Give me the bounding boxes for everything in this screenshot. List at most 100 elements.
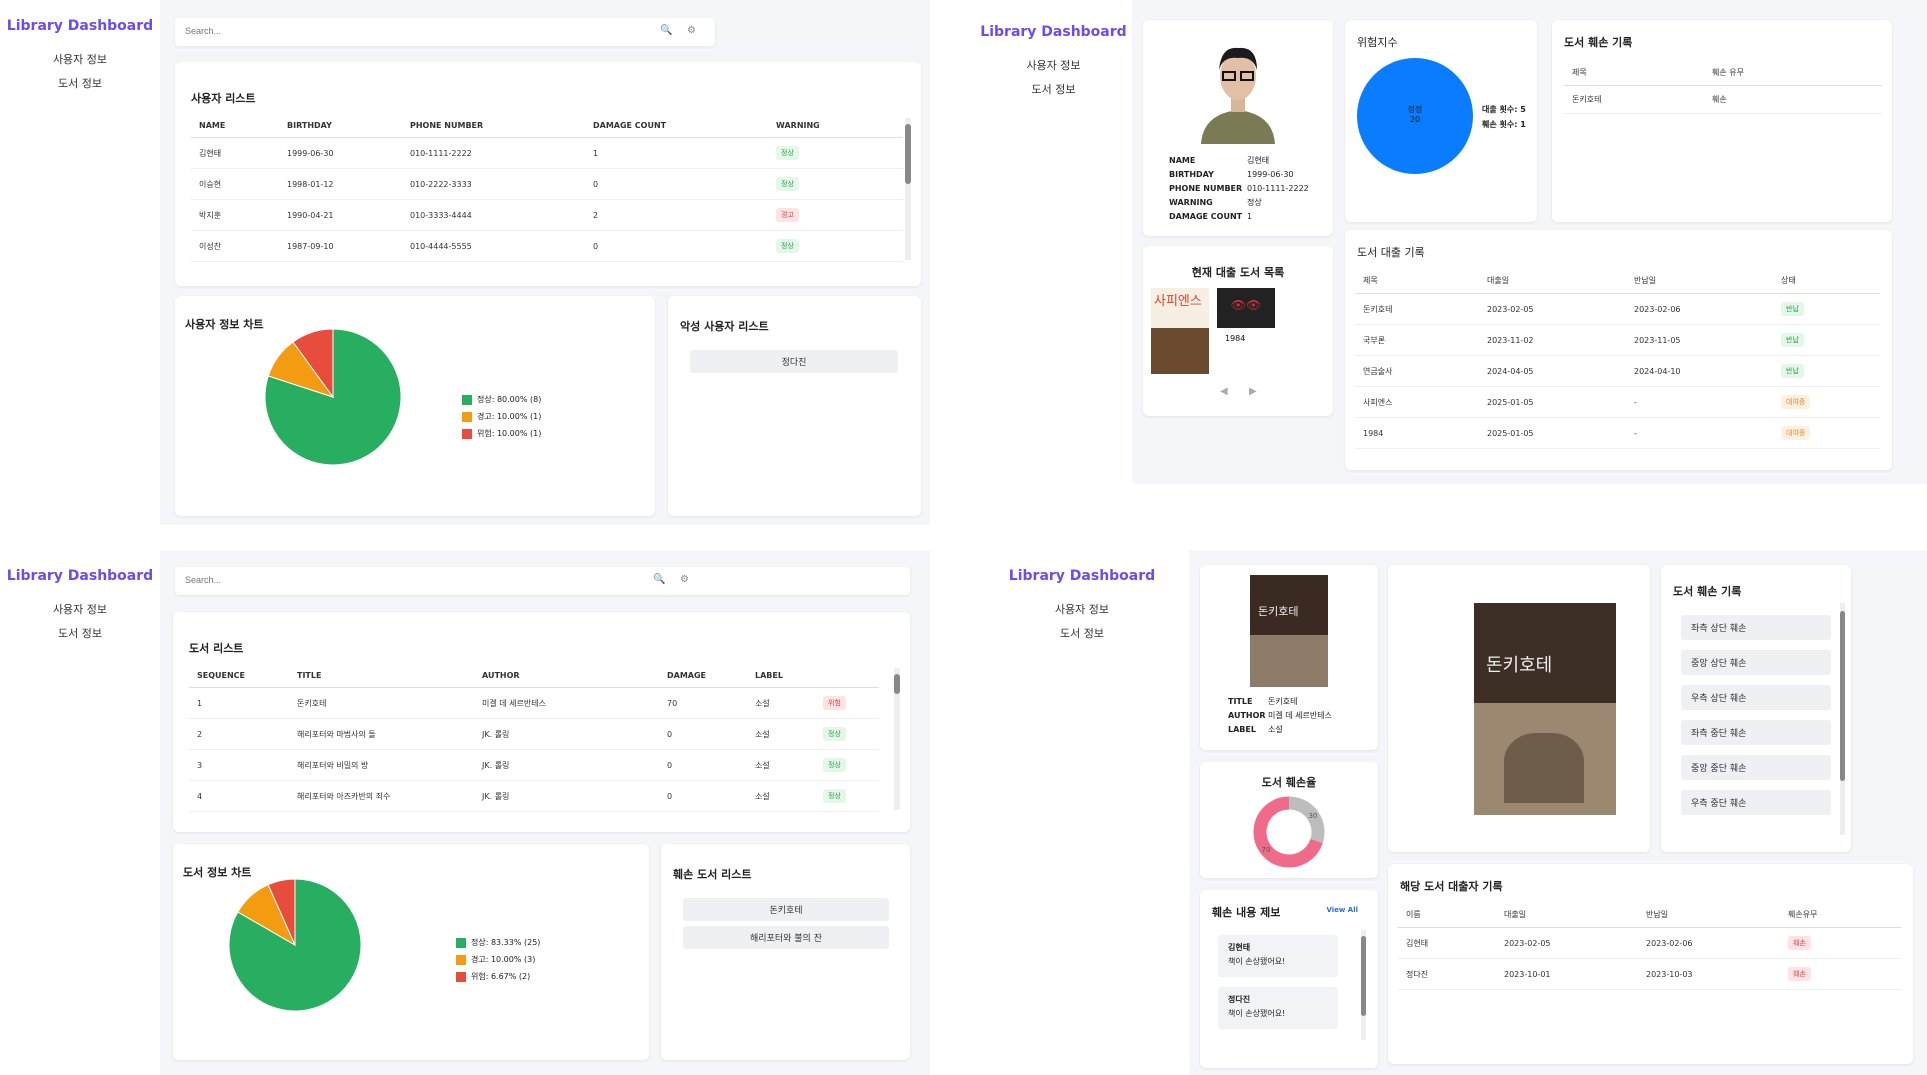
book-cover[interactable]: 👁👁 1984 bbox=[1217, 288, 1275, 374]
search-input[interactable] bbox=[185, 26, 485, 36]
profile-info: NAME 김현태 BIRTHDAY 1999-06-30 PHONE NUMBER 0… bbox=[1169, 154, 1309, 224]
col-header[interactable]: 제목 bbox=[1355, 268, 1479, 294]
table-row[interactable]: 돈키호테 2023-02-05 2023-02-06 반납 bbox=[1355, 293, 1880, 325]
brand-title[interactable]: Library Dashboard bbox=[0, 18, 160, 34]
nav-user-info[interactable]: 사용자 정보 bbox=[0, 598, 160, 622]
book-chart-card: 도서 정보 차트 정상: 83.33% (25) 경고: 10.00% (3) … bbox=[173, 844, 649, 1060]
table-row[interactable]: 연금술사 2024-04-05 2024-04-10 반납 bbox=[1355, 355, 1880, 387]
loaner-history-card: 해당 도서 대출자 기록 이름 대출일 반납일 훼손유무 김현태 2023-02-… bbox=[1388, 864, 1913, 1064]
card-title: 사용자 리스트 bbox=[191, 92, 256, 105]
cell: 0 bbox=[659, 749, 747, 781]
col-header[interactable]: BIRTHDAY bbox=[279, 114, 402, 138]
report-name: 김현태 bbox=[1228, 943, 1251, 952]
brand-title[interactable]: Library Dashboard bbox=[975, 568, 1189, 584]
col-header[interactable]: 훼손 유무 bbox=[1704, 60, 1882, 86]
col-header[interactable]: SEQUENCE bbox=[189, 664, 289, 688]
col-header[interactable]: 대출일 bbox=[1496, 902, 1638, 928]
report-item[interactable]: 정다진 책이 손상됐어요! bbox=[1218, 987, 1338, 1029]
book-cover[interactable]: 사피엔스 bbox=[1151, 288, 1209, 374]
risk-status: 정정 bbox=[1407, 105, 1423, 114]
damage-item[interactable]: 우측 상단 훼손 bbox=[1681, 685, 1831, 710]
donut-slice-정상[interactable] bbox=[1288, 796, 1325, 843]
cell: 1984 bbox=[1355, 417, 1479, 449]
col-header[interactable]: TITLE bbox=[289, 664, 474, 688]
table-row[interactable]: 2 해리포터와 마법사의 돌 JK. 롤링 0 소설 정상 bbox=[189, 718, 879, 750]
col-header[interactable]: 이름 bbox=[1398, 902, 1496, 928]
prev-arrow-icon[interactable]: ◀ bbox=[1220, 386, 1228, 397]
table-row[interactable]: 3 해리포터와 비밀의 방 JK. 롤링 0 소설 정상 bbox=[189, 749, 879, 781]
nav-book-info[interactable]: 도서 정보 bbox=[0, 622, 160, 646]
gear-icon[interactable]: ⚙ bbox=[687, 25, 696, 36]
cell: JK. 롤링 bbox=[474, 718, 659, 750]
col-header[interactable]: WARNING bbox=[768, 114, 903, 138]
report-item[interactable]: 김현태 책이 손상됐어요! bbox=[1218, 935, 1338, 977]
nav-book-info[interactable]: 도서 정보 bbox=[0, 72, 160, 96]
table-row[interactable]: 김현태 2023-02-05 2023-02-06 훼손 bbox=[1398, 927, 1901, 959]
table-row[interactable]: 이승현 1998-01-12 010-2222-3333 0 정상 bbox=[191, 168, 903, 200]
view-all-link[interactable]: View All bbox=[1326, 906, 1358, 914]
table-row[interactable]: 김현태 1999-06-30 010-1111-2222 1 정상 bbox=[191, 137, 903, 169]
col-header[interactable]: PHONE NUMBER bbox=[402, 114, 585, 138]
damage-item[interactable]: 좌측 중단 훼손 bbox=[1681, 720, 1831, 745]
brand-title[interactable]: Library Dashboard bbox=[0, 568, 160, 584]
cell: - bbox=[1626, 417, 1773, 449]
table-row[interactable]: 1984 2025-01-05- 대여중 bbox=[1355, 417, 1880, 449]
damage-item[interactable]: 중앙 상단 훼손 bbox=[1681, 650, 1831, 675]
card-title: 도서 리스트 bbox=[189, 642, 244, 655]
damage-item[interactable]: 좌측 상단 훼손 bbox=[1681, 615, 1831, 640]
scrollbar[interactable] bbox=[1361, 930, 1366, 1040]
scrollbar[interactable] bbox=[894, 668, 900, 810]
card-title: 도서 훼손 기록 bbox=[1673, 585, 1742, 598]
col-header[interactable]: 제목 bbox=[1564, 60, 1704, 86]
col-header[interactable]: 상태 bbox=[1773, 268, 1880, 294]
next-arrow-icon[interactable]: ▶ bbox=[1249, 386, 1257, 397]
table-row[interactable]: 이성찬 1987-09-10 010-4444-5555 0 정상 bbox=[191, 230, 903, 262]
damage-log-card: 도서 훼손 기록 제목 훼손 유무 돈키호테 훼손 bbox=[1552, 20, 1892, 222]
search-input[interactable] bbox=[185, 575, 485, 585]
nav-user-info[interactable]: 사용자 정보 bbox=[975, 54, 1132, 78]
nav-book-info[interactable]: 도서 정보 bbox=[975, 622, 1189, 646]
cell: JK. 롤링 bbox=[474, 780, 659, 812]
table-row[interactable]: 사피엔스 2025-01-05- 대여중 bbox=[1355, 386, 1880, 418]
table-row[interactable]: 1 돈키호테 미겔 데 세르반테스 70 소설 위험 bbox=[189, 687, 879, 719]
label: DAMAGE COUNT bbox=[1169, 212, 1243, 221]
status-badge: 정상 bbox=[823, 758, 846, 772]
table-row[interactable]: 4 해리포터와 아즈카반의 죄수 JK. 롤링 0 소설 정상 bbox=[189, 780, 879, 812]
damaged-book-item[interactable]: 돈키호테 bbox=[683, 898, 889, 921]
donut-label: 70 bbox=[1262, 846, 1271, 854]
search-icon[interactable]: 🔍 bbox=[660, 25, 672, 36]
nav-user-info[interactable]: 사용자 정보 bbox=[0, 48, 160, 72]
cell: 3 bbox=[189, 749, 289, 781]
table-row[interactable]: 정다진 2023-10-01 2023-10-03 훼손 bbox=[1398, 958, 1901, 990]
brand-title[interactable]: Library Dashboard bbox=[975, 24, 1132, 40]
col-header[interactable]: LABEL bbox=[747, 664, 815, 688]
table-row[interactable]: 국부론 2023-11-02 2023-11-05 반납 bbox=[1355, 324, 1880, 356]
nav-user-info[interactable]: 사용자 정보 bbox=[975, 598, 1189, 622]
col-header[interactable]: 반납일 bbox=[1626, 268, 1773, 294]
book-info: TITLE 돈키호테 AUTHOR 미겔 데 세르반테스 LABEL 소설 bbox=[1228, 695, 1332, 737]
col-header[interactable]: 훼손유무 bbox=[1780, 902, 1901, 928]
cell: 미겔 데 세르반테스 bbox=[474, 687, 659, 719]
bad-user-item[interactable]: 정다진 bbox=[690, 350, 898, 373]
cell: 해리포터와 비밀의 방 bbox=[289, 749, 474, 781]
table-row[interactable]: 박지훈 1990-04-21 010-3333-4444 2 경고 bbox=[191, 199, 903, 231]
search-icon[interactable]: 🔍 bbox=[653, 574, 665, 585]
damage-item[interactable]: 우측 중단 훼손 bbox=[1681, 790, 1831, 815]
book-list-card: 도서 리스트 SEQUENCE TITLE AUTHOR DAMAGE LABE… bbox=[173, 612, 910, 832]
col-header[interactable]: 반납일 bbox=[1638, 902, 1780, 928]
col-header[interactable]: 대출일 bbox=[1479, 268, 1626, 294]
col-header[interactable]: AUTHOR bbox=[474, 664, 659, 688]
nav-book-info[interactable]: 도서 정보 bbox=[975, 78, 1132, 102]
col-header[interactable]: NAME bbox=[191, 114, 279, 138]
damaged-book-item[interactable]: 해리포터와 불의 잔 bbox=[683, 926, 889, 949]
scrollbar[interactable] bbox=[905, 118, 911, 260]
gear-icon[interactable]: ⚙ bbox=[680, 574, 689, 585]
scrollbar[interactable] bbox=[1840, 603, 1845, 835]
col-header[interactable]: DAMAGE bbox=[659, 664, 747, 688]
cell: 김현태 bbox=[1398, 927, 1496, 959]
damage-item[interactable]: 중앙 중단 훼손 bbox=[1681, 755, 1831, 780]
report-text: 책이 손상됐어요! bbox=[1228, 957, 1286, 966]
col-header[interactable]: DAMAGE COUNT bbox=[585, 114, 768, 138]
cell: 2025-01-05 bbox=[1479, 417, 1626, 449]
table-row[interactable]: 돈키호테 훼손 bbox=[1564, 85, 1882, 114]
